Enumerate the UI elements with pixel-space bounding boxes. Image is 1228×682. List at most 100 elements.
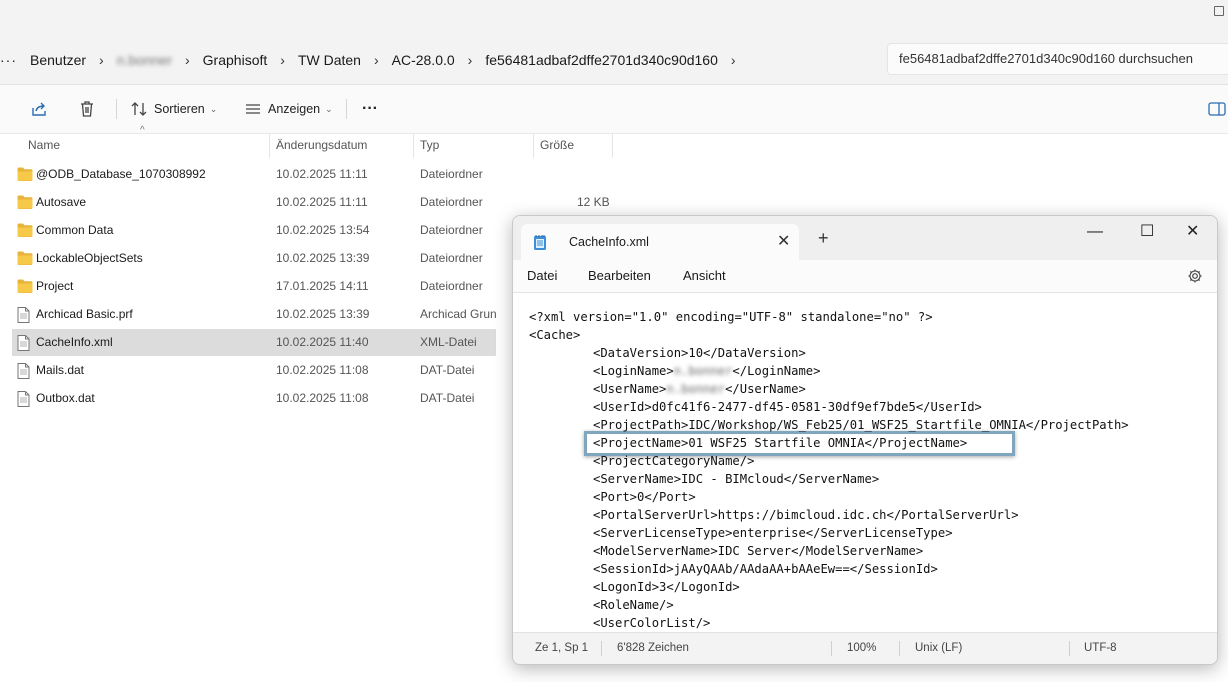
menu-file[interactable]: Datei	[527, 260, 557, 292]
tab-title: CacheInfo.xml	[569, 235, 649, 249]
file-name: LockableObjectSets	[36, 251, 143, 265]
share-icon	[32, 102, 46, 116]
file-name: CacheInfo.xml	[36, 335, 113, 349]
file-type: Archicad Grun	[420, 307, 496, 321]
code-line: <ServerName>IDC - BIMcloud</ServerName>	[593, 472, 880, 486]
folder-icon	[17, 195, 33, 209]
title-bar	[0, 0, 1228, 36]
column-header-name[interactable]: Name	[28, 133, 60, 159]
sort-label: Sortieren	[154, 102, 205, 116]
status-divider	[899, 641, 900, 656]
toolbar-divider	[116, 99, 117, 119]
column-divider[interactable]	[533, 134, 534, 158]
file-type: XML-Datei	[420, 335, 477, 349]
sort-icon	[131, 102, 147, 116]
close-tab-icon[interactable]: ✕	[777, 224, 790, 260]
code-line: <LoginName>n.bonner</LoginName>	[593, 364, 821, 378]
cursor-position: Ze 1, Sp 1	[535, 642, 589, 654]
file-row[interactable]: Mails.dat 10.02.2025 11:08 DAT-Datei	[12, 357, 496, 384]
menu-bar: Datei Bearbeiten Ansicht	[513, 260, 1217, 292]
breadcrumb-item[interactable]: fe56481adbaf2dffe2701d340c90d160	[485, 52, 718, 68]
details-pane-button[interactable]	[1208, 85, 1226, 133]
file-row[interactable]: Common Data 10.02.2025 13:54 Dateiordner	[12, 217, 496, 244]
maximize-icon[interactable]: ☐	[1140, 223, 1154, 241]
file-type: Dateiordner	[420, 195, 483, 209]
more-icon[interactable]: ···	[0, 52, 18, 68]
code-line: <ServerLicenseType>enterprise</ServerLic…	[593, 526, 953, 540]
file-row[interactable]: Archicad Basic.prf 10.02.2025 13:39 Archic…	[12, 301, 496, 328]
column-header-type[interactable]: Typ	[420, 133, 439, 159]
new-tab-icon[interactable]: +	[818, 228, 829, 248]
code-line: <Cache>	[529, 328, 581, 342]
toolbar: Sortieren ⌄ Anzeigen ⌄ ···	[0, 85, 1228, 134]
file-name: Project	[36, 279, 74, 293]
file-size: 12 KB	[577, 195, 610, 209]
code-line: <Port>0</Port>	[593, 490, 696, 504]
share-button[interactable]	[30, 85, 48, 133]
line-ending[interactable]: Unix (LF)	[915, 633, 962, 663]
file-type: Dateiordner	[420, 251, 483, 265]
column-divider[interactable]	[269, 134, 270, 158]
file-name: Mails.dat	[36, 363, 85, 377]
chevron-right-icon: ›	[99, 52, 104, 68]
breadcrumb-item[interactable]: n.bonner	[117, 52, 172, 68]
breadcrumb-item[interactable]: Graphisoft	[203, 52, 268, 68]
details-pane-icon	[1208, 102, 1226, 116]
column-header-size[interactable]: Größe	[540, 133, 574, 159]
more-options-button[interactable]: ···	[362, 85, 378, 133]
file-date: 17.01.2025 14:11	[276, 279, 369, 293]
code-line: <RoleName/>	[593, 598, 674, 612]
text-editor[interactable]: <?xml version="1.0" encoding="UTF-8" sta…	[513, 292, 1217, 633]
code-line: <ProjectCategoryName/>	[593, 454, 755, 468]
column-divider[interactable]	[413, 134, 414, 158]
encoding[interactable]: UTF-8	[1084, 633, 1117, 663]
code-line: <DataVersion>10</DataVersion>	[593, 346, 806, 360]
file-type: DAT-Datei	[420, 391, 475, 405]
menu-view[interactable]: Ansicht	[683, 260, 726, 292]
minimize-icon[interactable]: —	[1087, 223, 1103, 241]
toolbar-divider	[346, 99, 347, 119]
close-window-icon[interactable]: ✕	[1186, 223, 1199, 241]
file-row[interactable]: LockableObjectSets 10.02.2025 13:39 Dateio…	[12, 245, 496, 272]
file-row[interactable]: Autosave 10.02.2025 11:11 Dateiordner	[12, 189, 496, 216]
view-button[interactable]: Anzeigen ⌄	[244, 85, 333, 133]
file-row[interactable]: @ODB_Database_1070308992 10.02.2025 11:11…	[12, 161, 496, 188]
menu-edit[interactable]: Bearbeiten	[588, 260, 651, 292]
file-date: 10.02.2025 13:39	[276, 251, 370, 265]
column-header-date[interactable]: Änderungsdatum	[276, 133, 367, 159]
document-icon	[17, 363, 30, 379]
gear-icon[interactable]	[1187, 268, 1203, 284]
breadcrumb-item[interactable]: TW Daten	[298, 52, 361, 68]
breadcrumb-item[interactable]: AC-28.0.0	[392, 52, 455, 68]
file-date: 10.02.2025 13:39	[276, 307, 370, 321]
chevron-right-icon: ›	[467, 52, 473, 68]
code-line-highlighted: <ProjectName>01 WSF25 Startfile OMNIA</P…	[593, 436, 968, 450]
view-icon	[246, 104, 260, 114]
file-row[interactable]: Outbox.dat 10.02.2025 11:08 DAT-Datei	[12, 385, 496, 412]
status-divider	[601, 641, 602, 656]
breadcrumb-item[interactable]: Benutzer	[30, 52, 86, 68]
file-date: 10.02.2025 11:40	[276, 335, 369, 349]
file-row[interactable]: Project 17.01.2025 14:11 Dateiordner	[12, 273, 496, 300]
file-date: 10.02.2025 11:11	[276, 195, 368, 209]
file-date: 10.02.2025 11:08	[276, 391, 369, 405]
search-input[interactable]: fe56481adbaf2dffe2701d340c90d160 durchsu…	[887, 43, 1228, 75]
notepad-window: CacheInfo.xml ✕ + — ☐ ✕ Datei Bearbeiten…	[512, 215, 1218, 665]
restore-icon[interactable]	[1214, 6, 1224, 16]
trash-icon	[81, 101, 93, 117]
file-type: Dateiordner	[420, 167, 483, 181]
code-line: <SessionId>jAAyQAAb/AAdaAA+bAAeEw==</Ses…	[593, 562, 938, 576]
status-divider	[1069, 641, 1070, 656]
status-divider	[831, 641, 832, 656]
column-divider[interactable]	[612, 134, 613, 158]
folder-icon	[17, 279, 33, 293]
chevron-right-icon: ›	[185, 52, 190, 68]
code-line: <UserName>n.bonner</UserName>	[593, 382, 806, 396]
notepad-tab[interactable]: CacheInfo.xml ✕	[521, 224, 799, 260]
zoom-level[interactable]: 100%	[847, 633, 876, 663]
file-row[interactable]: CacheInfo.xml 10.02.2025 11:40 XML-Datei	[12, 329, 496, 356]
chevron-right-icon[interactable]: ›	[731, 52, 736, 68]
file-type: DAT-Datei	[420, 363, 475, 377]
breadcrumb: ··· Benutzer › n.bonner › Graphisoft › T…	[0, 36, 749, 84]
delete-button[interactable]	[78, 85, 96, 133]
